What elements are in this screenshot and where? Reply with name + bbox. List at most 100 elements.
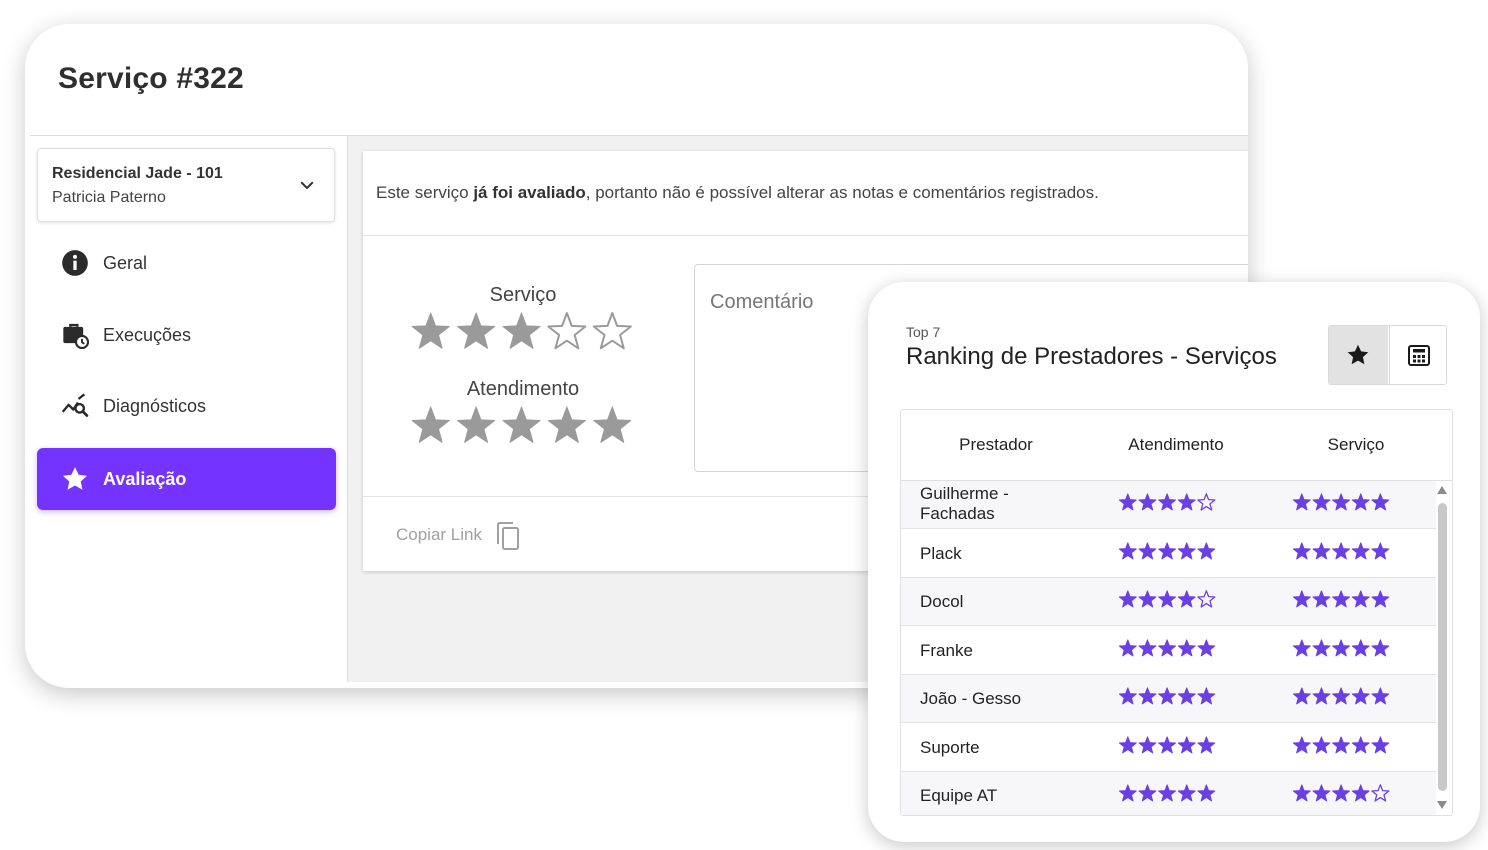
star-filled-icon [1312, 784, 1331, 802]
scroll-down-icon[interactable] [1437, 801, 1447, 809]
star-filled-icon [1371, 638, 1390, 656]
star-filled-icon [1177, 590, 1196, 608]
star-filled-icon [1118, 638, 1137, 656]
table-row[interactable]: Equipe AT [901, 772, 1436, 815]
ranking-subtitle: Top 7 [906, 324, 941, 340]
rating-stars-atendimento [1118, 590, 1216, 608]
star-empty-icon [592, 312, 632, 350]
rating-stars-atendimento [1118, 735, 1216, 753]
star-filled-icon [1158, 493, 1177, 511]
star-filled-icon [1118, 735, 1137, 753]
star-filled-icon [502, 312, 541, 349]
sidebar-item-label: Geral [103, 253, 148, 273]
star-filled-icon [1197, 541, 1216, 559]
ranking-card: Top 7 Ranking de Prestadores - Serviços … [868, 282, 1480, 842]
rating-stars-atendimento [1118, 493, 1216, 511]
table-row[interactable]: Docol [901, 578, 1436, 626]
copy-link-button[interactable]: Copiar Link [396, 522, 526, 556]
copy-link-label: Copiar Link [396, 525, 482, 544]
star-filled-icon [411, 406, 450, 443]
ranking-title: Ranking de Prestadores - Serviços [906, 343, 1277, 370]
star-empty-icon [1197, 590, 1216, 608]
star-filled-icon [1292, 687, 1311, 705]
rating-stars-servico [1292, 687, 1390, 705]
table-row[interactable]: Guilherme - Fachadas [901, 481, 1436, 529]
provider-name: Suporte [920, 737, 980, 757]
star-filled-icon [1332, 541, 1351, 559]
star-filled-icon [1138, 638, 1157, 656]
star-filled-icon [1312, 590, 1331, 608]
divider [363, 235, 1248, 236]
star-filled-icon [1332, 638, 1351, 656]
star-filled-icon [457, 312, 496, 349]
provider-name: Equipe AT [920, 786, 998, 805]
star-filled-icon [1177, 493, 1196, 511]
table-row[interactable]: Suporte [901, 724, 1436, 772]
star-filled-icon [1351, 735, 1370, 753]
star-filled-icon [1312, 493, 1331, 511]
sidebar-item-geral[interactable]: Geral [37, 233, 336, 293]
star-filled-icon [1371, 687, 1390, 705]
star-filled-icon [1177, 735, 1196, 753]
star-filled-icon [1332, 590, 1351, 608]
star-empty-icon [1371, 784, 1390, 802]
star-filled-icon [1351, 687, 1370, 705]
table-row[interactable]: Plack [901, 530, 1436, 578]
star-filled-icon [1197, 784, 1216, 802]
star-filled-icon [1177, 541, 1196, 559]
rating-stars-servico [1292, 590, 1390, 608]
star-filled-icon [547, 406, 586, 443]
provider-name: Guilherme - Fachadas [920, 484, 1009, 523]
star-filled-icon [1158, 541, 1177, 559]
calculator-icon [1408, 345, 1430, 366]
resident-name: Patricia Paterno [52, 189, 166, 206]
sidebar-item-avaliacao[interactable]: Avaliação [37, 448, 336, 510]
chart-search-icon [61, 393, 89, 417]
copy-icon [497, 522, 519, 550]
ranking-view-toggle [1328, 325, 1447, 385]
star-filled-icon [1292, 784, 1311, 802]
sidebar-item-execucoes[interactable]: Execuções [37, 305, 336, 365]
star-filled-icon [1158, 735, 1177, 753]
sidebar-item-diagnosticos[interactable]: Diagnósticos [37, 376, 336, 436]
star-filled-icon [1118, 784, 1137, 802]
page-title: Serviço #322 [58, 62, 244, 95]
star-filled-icon [1371, 735, 1390, 753]
star-filled-icon [1351, 493, 1370, 511]
star-filled-icon [411, 312, 450, 349]
sidebar-divider [347, 136, 348, 682]
chevron-down-icon[interactable] [298, 176, 316, 194]
rating-stars-atendimento [1118, 638, 1216, 656]
star-empty-icon [547, 312, 587, 350]
sidebar-item-label: Avaliação [103, 469, 187, 489]
star-filled-icon [1292, 735, 1311, 753]
star-filled-icon [1138, 687, 1157, 705]
ranking-table: Prestador Atendimento Serviço Guilherme … [900, 409, 1453, 816]
provider-name: João - Gesso [920, 689, 1022, 708]
star-filled-icon [457, 406, 496, 443]
unit-selector[interactable]: Residencial Jade - 101 Patricia Paterno [37, 148, 335, 222]
star-filled-icon [1197, 638, 1216, 656]
star-view-button[interactable] [1329, 326, 1388, 384]
scroll-up-icon[interactable] [1437, 486, 1447, 494]
star-filled-icon [1118, 493, 1137, 511]
star-filled-icon [1371, 541, 1390, 559]
star-filled-icon [1371, 493, 1390, 511]
star-filled-icon [502, 406, 541, 443]
sidebar-item-label: Diagnósticos [103, 396, 207, 416]
star-filled-icon [1312, 735, 1331, 753]
star-filled-icon [1158, 784, 1177, 802]
table-row[interactable]: Franke [901, 627, 1436, 675]
scrollbar-thumb[interactable] [1438, 503, 1447, 791]
star-filled-icon [1197, 735, 1216, 753]
comment-placeholder: Comentário [710, 291, 814, 313]
unit-name: Residencial Jade - 101 [52, 165, 223, 182]
table-row[interactable]: João - Gesso [901, 675, 1436, 723]
star-empty-icon [1197, 493, 1216, 511]
numeric-view-button[interactable] [1389, 326, 1446, 384]
star-filled-icon [1177, 784, 1196, 802]
rating-label-atendimento: Atendimento [466, 378, 580, 400]
provider-name: Docol [920, 592, 964, 611]
star-filled-icon [1351, 784, 1370, 802]
column-header-servico: Serviço [1327, 435, 1385, 454]
